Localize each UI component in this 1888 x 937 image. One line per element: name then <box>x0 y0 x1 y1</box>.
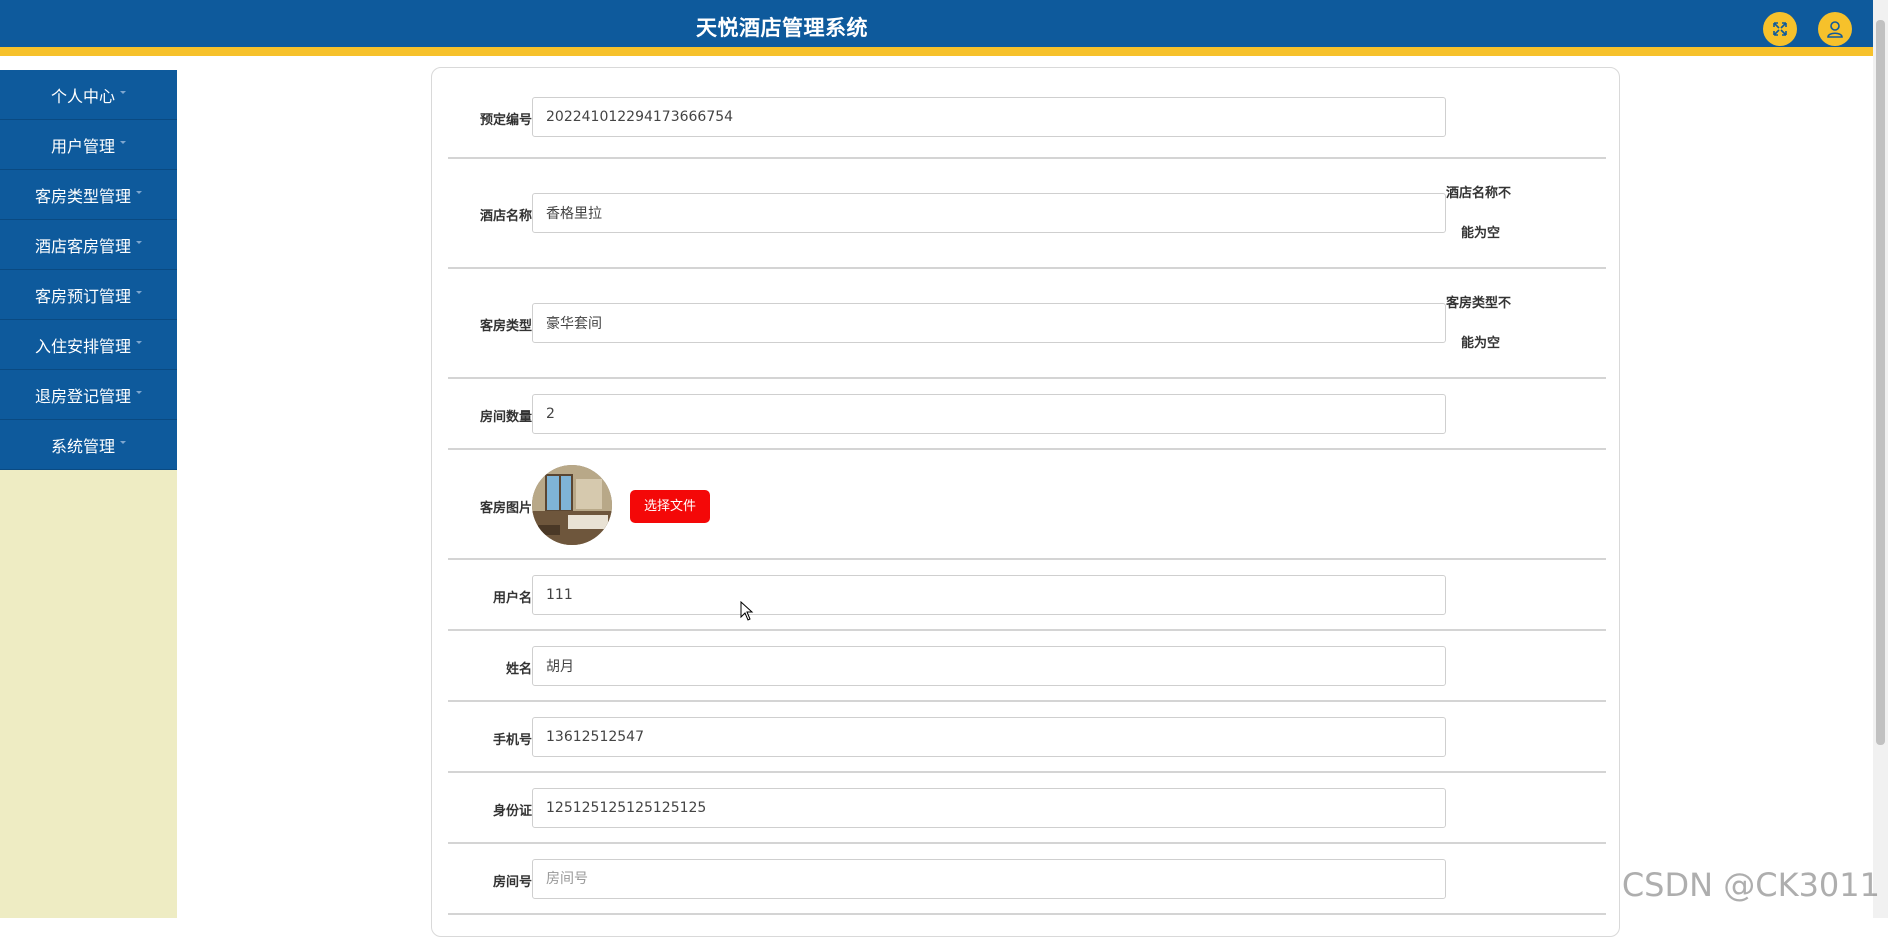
username-input[interactable] <box>532 575 1446 615</box>
form-row-hotel-name: 酒店名称 酒店名称不 能为空 <box>448 159 1606 269</box>
form-row-room-no: 房间号 <box>448 844 1606 915</box>
sidebar-item-room-types[interactable]: 客房类型管理 <box>0 170 177 220</box>
watermark: CSDN @CK3011 <box>1622 866 1880 904</box>
phone-input[interactable] <box>532 717 1446 757</box>
room-type-error-cont: 能为空 <box>1461 324 1541 364</box>
form-row-room-image: 客房图片 选择文件 <box>448 450 1606 560</box>
sidebar-item-label: 客房类型管理 <box>35 183 131 207</box>
caret-down-icon <box>120 441 126 444</box>
sidebar-item-label: 系统管理 <box>51 433 115 457</box>
fullscreen-icon <box>1772 21 1788 37</box>
sidebar: 个人中心 用户管理 客房类型管理 酒店客房管理 客房预订管理 入住安排管理 退房… <box>0 70 177 918</box>
room-count-input[interactable] <box>532 394 1446 434</box>
form-row-room-type: 客房类型 客房类型不 能为空 <box>448 269 1606 379</box>
name-label: 姓名 <box>448 658 532 677</box>
sidebar-item-label: 酒店客房管理 <box>35 233 131 257</box>
hotel-name-label: 酒店名称 <box>448 205 532 224</box>
id-card-input[interactable] <box>532 788 1446 828</box>
booking-no-input[interactable] <box>532 97 1446 137</box>
hotel-name-input[interactable] <box>532 193 1446 233</box>
page-scrollbar[interactable] <box>1873 0 1888 918</box>
sidebar-item-system[interactable]: 系统管理 <box>0 420 177 470</box>
form-row-room-count: 房间数量 <box>448 379 1606 450</box>
user-menu-button[interactable] <box>1818 12 1852 46</box>
sidebar-item-bookings[interactable]: 客房预订管理 <box>0 270 177 320</box>
caret-down-icon <box>136 341 142 344</box>
caret-down-icon <box>136 391 142 394</box>
room-no-label: 房间号 <box>448 871 532 890</box>
sidebar-item-label: 入住安排管理 <box>35 333 131 357</box>
booking-no-label: 预定编号 <box>448 109 532 128</box>
sidebar-item-users[interactable]: 用户管理 <box>0 120 177 170</box>
name-input[interactable] <box>532 646 1446 686</box>
form-row-name: 姓名 <box>448 631 1606 702</box>
room-type-input[interactable] <box>532 303 1446 343</box>
form-row-username: 用户名 <box>448 560 1606 631</box>
top-header: 天悦酒店管理系统 <box>0 0 1873 56</box>
sidebar-item-profile[interactable]: 个人中心 <box>0 70 177 120</box>
form-row-id-card: 身份证 <box>448 773 1606 844</box>
caret-down-icon <box>120 91 126 94</box>
phone-label: 手机号 <box>448 729 532 748</box>
room-image-label: 客房图片 <box>448 497 532 516</box>
sidebar-item-label: 客房预订管理 <box>35 283 131 307</box>
user-icon <box>1826 20 1844 38</box>
sidebar-item-checkout[interactable]: 退房登记管理 <box>0 370 177 420</box>
form-row-booking-no: 预定编号 <box>448 80 1606 159</box>
scrollbar-thumb[interactable] <box>1876 20 1885 745</box>
room-image-preview <box>532 465 612 545</box>
room-type-error: 客房类型不 <box>1446 284 1526 324</box>
room-no-input[interactable] <box>532 859 1446 899</box>
hotel-name-error-cont: 能为空 <box>1461 214 1541 254</box>
booking-form-card: 预定编号 酒店名称 酒店名称不 能为空 客房类型 客房类型不 能为空 房间数量 … <box>431 67 1620 937</box>
app-title: 天悦酒店管理系统 <box>0 0 1564 56</box>
choose-file-button[interactable]: 选择文件 <box>630 490 710 523</box>
hotel-name-error: 酒店名称不 <box>1446 174 1526 214</box>
mouse-pointer-icon <box>740 601 754 625</box>
id-card-label: 身份证 <box>448 800 532 819</box>
sidebar-item-label: 个人中心 <box>51 83 115 107</box>
form-row-phone: 手机号 <box>448 702 1606 773</box>
username-label: 用户名 <box>448 587 532 606</box>
sidebar-item-label: 用户管理 <box>51 133 115 157</box>
caret-down-icon <box>136 191 142 194</box>
caret-down-icon <box>120 141 126 144</box>
caret-down-icon <box>136 241 142 244</box>
sidebar-item-hotel-rooms[interactable]: 酒店客房管理 <box>0 220 177 270</box>
room-count-label: 房间数量 <box>448 406 532 425</box>
caret-down-icon <box>136 291 142 294</box>
sidebar-item-label: 退房登记管理 <box>35 383 131 407</box>
fullscreen-button[interactable] <box>1763 12 1797 46</box>
room-type-label: 客房类型 <box>448 315 532 334</box>
sidebar-item-checkin[interactable]: 入住安排管理 <box>0 320 177 370</box>
